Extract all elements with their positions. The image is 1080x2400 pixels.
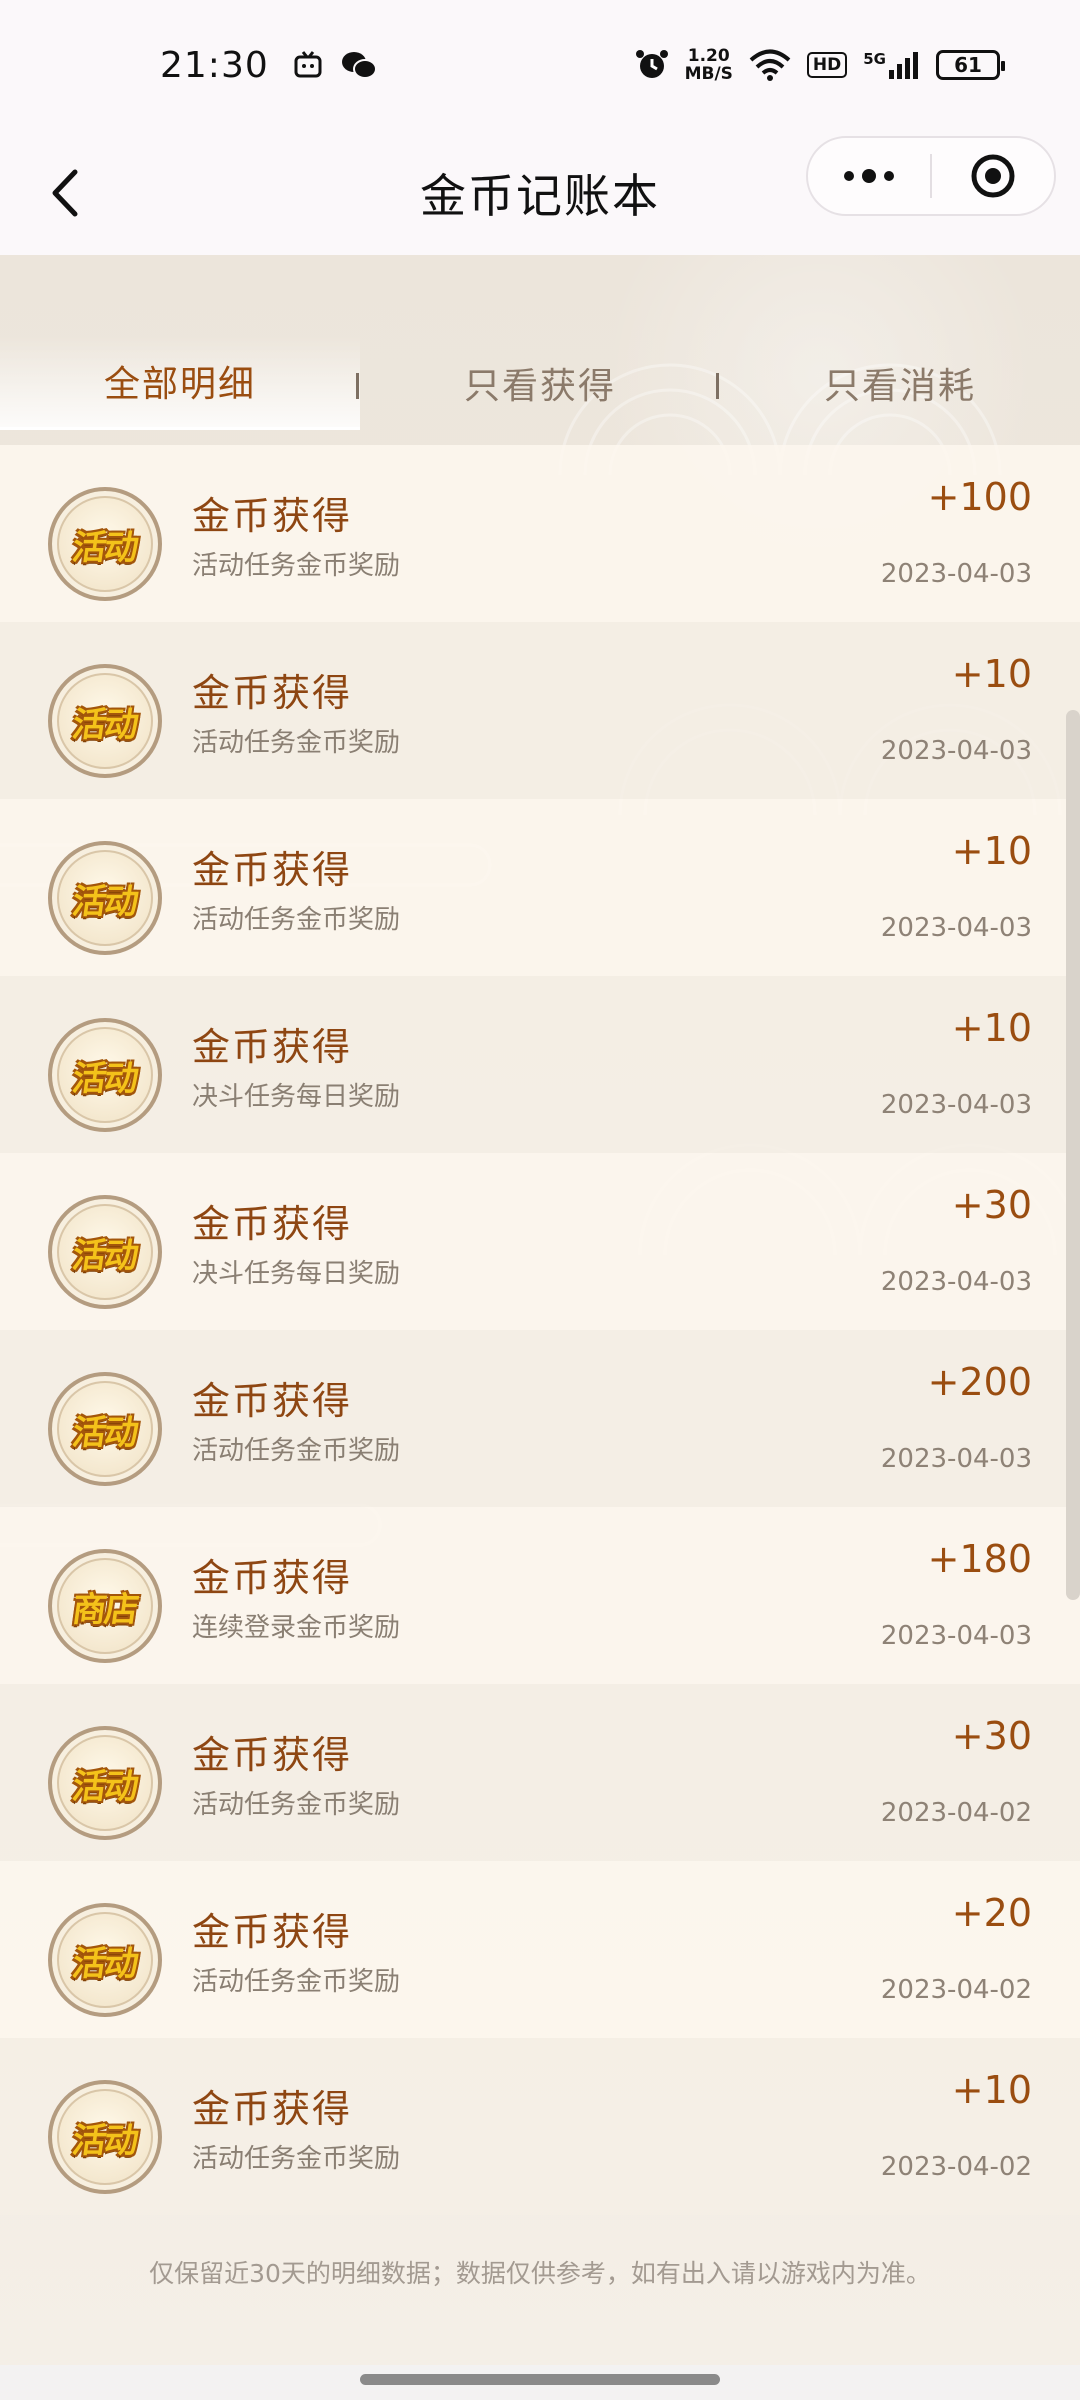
signal-icon: 5G <box>863 50 920 80</box>
record-title: 金币获得 <box>192 848 353 892</box>
list-item[interactable]: 商店 金币获得 连续登录金币奖励 +180 2023-04-03 <box>0 1507 1080 1684</box>
activity-badge-icon: 活动 <box>48 1903 162 2017</box>
record-title: 金币获得 <box>192 1025 353 1069</box>
back-button[interactable] <box>30 158 100 228</box>
record-date: 2023-04-03 <box>880 1267 1032 1297</box>
chevron-left-icon <box>52 169 78 217</box>
record-date: 2023-04-03 <box>880 1090 1032 1120</box>
record-description: 决斗任务每日奖励 <box>192 1082 401 1112</box>
record-title: 金币获得 <box>192 671 353 715</box>
activity-badge-icon: 活动 <box>48 841 162 955</box>
miniprogram-capsule <box>806 136 1056 216</box>
coin-record-list: 活动 金币获得 活动任务金币奖励 +100 2023-04-03 活动 金币获得… <box>0 445 1080 2215</box>
filter-tabs: 全部明细 只看获得 只看消耗 <box>0 335 1080 430</box>
record-title: 金币获得 <box>192 1379 353 1423</box>
record-amount: +10 <box>951 1006 1032 1050</box>
list-item[interactable]: 活动 金币获得 活动任务金币奖励 +100 2023-04-03 <box>0 445 1080 622</box>
more-dots-icon <box>844 169 894 183</box>
net-speed: 1.20 MB/S <box>684 46 733 84</box>
record-date: 2023-04-03 <box>880 1621 1032 1651</box>
record-description: 活动任务金币奖励 <box>192 1436 401 1466</box>
home-indicator <box>0 2365 1080 2400</box>
activity-badge-icon: 活动 <box>48 664 162 778</box>
record-description: 活动任务金币奖励 <box>192 905 401 935</box>
wechat-icon <box>341 52 377 79</box>
record-description: 连续登录金币奖励 <box>192 1613 401 1643</box>
record-date: 2023-04-03 <box>880 1444 1032 1474</box>
list-item[interactable]: 活动 金币获得 活动任务金币奖励 +10 2023-04-03 <box>0 622 1080 799</box>
record-date: 2023-04-02 <box>880 1798 1032 1828</box>
tab-spent-only[interactable]: 只看消耗 <box>720 335 1080 430</box>
record-amount: +180 <box>927 1537 1032 1581</box>
record-amount: +10 <box>951 829 1032 873</box>
page-title: 金币记账本 <box>420 168 660 223</box>
record-date: 2023-04-03 <box>880 736 1032 766</box>
status-bar: 21:30 1.20 MB/S HD 5G 61 <box>0 0 1080 130</box>
shop-badge-icon: 商店 <box>48 1549 162 1663</box>
tab-all-details[interactable]: 全部明细 <box>0 335 360 430</box>
alarm-icon <box>635 50 668 78</box>
tab-divider <box>356 373 359 399</box>
record-title: 金币获得 <box>192 1910 353 1954</box>
record-title: 金币获得 <box>192 494 353 538</box>
record-date: 2023-04-02 <box>880 2152 1032 2182</box>
record-amount: +20 <box>951 1891 1032 1935</box>
record-date: 2023-04-03 <box>880 913 1032 943</box>
wifi-icon <box>749 49 791 81</box>
record-title: 金币获得 <box>192 1556 353 1600</box>
activity-badge-icon: 活动 <box>48 1372 162 1486</box>
hd-badge: HD <box>806 52 848 78</box>
tv-app-icon <box>294 51 322 78</box>
record-date: 2023-04-03 <box>880 559 1032 589</box>
status-time: 21:30 <box>160 44 269 86</box>
record-description: 活动任务金币奖励 <box>192 551 401 581</box>
list-item[interactable]: 活动 金币获得 活动任务金币奖励 +30 2023-04-02 <box>0 1684 1080 1861</box>
record-date: 2023-04-02 <box>880 1975 1032 2005</box>
activity-badge-icon: 活动 <box>48 1195 162 1309</box>
nav-bar: 金币记账本 <box>0 130 1080 255</box>
list-item[interactable]: 活动 金币获得 决斗任务每日奖励 +10 2023-04-03 <box>0 976 1080 1153</box>
record-amount: +30 <box>951 1183 1032 1227</box>
record-amount: +200 <box>927 1360 1032 1404</box>
main-content: 全部明细 只看获得 只看消耗 活动 金币获得 活动任务金币奖励 +100 202… <box>0 255 1080 2365</box>
data-retention-note: 仅保留近30天的明细数据；数据仅供参考，如有出入请以游戏内为准。 <box>149 2259 931 2288</box>
activity-badge-icon: 活动 <box>48 487 162 601</box>
record-amount: +30 <box>951 1714 1032 1758</box>
list-item[interactable]: 活动 金币获得 活动任务金币奖励 +20 2023-04-02 <box>0 1861 1080 2038</box>
record-description: 活动任务金币奖励 <box>192 1790 401 1820</box>
scrollbar[interactable] <box>1066 710 1080 1600</box>
record-title: 金币获得 <box>192 1733 353 1777</box>
close-miniprogram-button[interactable] <box>932 138 1054 214</box>
record-amount: +10 <box>951 2068 1032 2112</box>
record-description: 活动任务金币奖励 <box>192 1967 401 1997</box>
list-item[interactable]: 活动 金币获得 活动任务金币奖励 +10 2023-04-03 <box>0 799 1080 976</box>
record-title: 金币获得 <box>192 1202 353 1246</box>
activity-badge-icon: 活动 <box>48 2080 162 2194</box>
list-item[interactable]: 活动 金币获得 决斗任务每日奖励 +30 2023-04-03 <box>0 1153 1080 1330</box>
target-close-icon <box>971 154 1015 198</box>
tab-divider <box>716 373 719 399</box>
activity-badge-icon: 活动 <box>48 1018 162 1132</box>
record-amount: +10 <box>951 652 1032 696</box>
list-item[interactable]: 活动 金币获得 活动任务金币奖励 +10 2023-04-02 <box>0 2038 1080 2215</box>
record-description: 活动任务金币奖励 <box>192 728 401 758</box>
tab-earned-only[interactable]: 只看获得 <box>360 335 720 430</box>
record-description: 决斗任务每日奖励 <box>192 1259 401 1289</box>
home-gesture-bar[interactable] <box>360 2374 720 2385</box>
more-button[interactable] <box>808 138 930 214</box>
record-amount: +100 <box>927 475 1032 519</box>
activity-badge-icon: 活动 <box>48 1726 162 1840</box>
record-description: 活动任务金币奖励 <box>192 2144 401 2174</box>
list-item[interactable]: 活动 金币获得 活动任务金币奖励 +200 2023-04-03 <box>0 1330 1080 1507</box>
record-title: 金币获得 <box>192 2087 353 2131</box>
battery-indicator: 61 <box>936 50 1005 80</box>
